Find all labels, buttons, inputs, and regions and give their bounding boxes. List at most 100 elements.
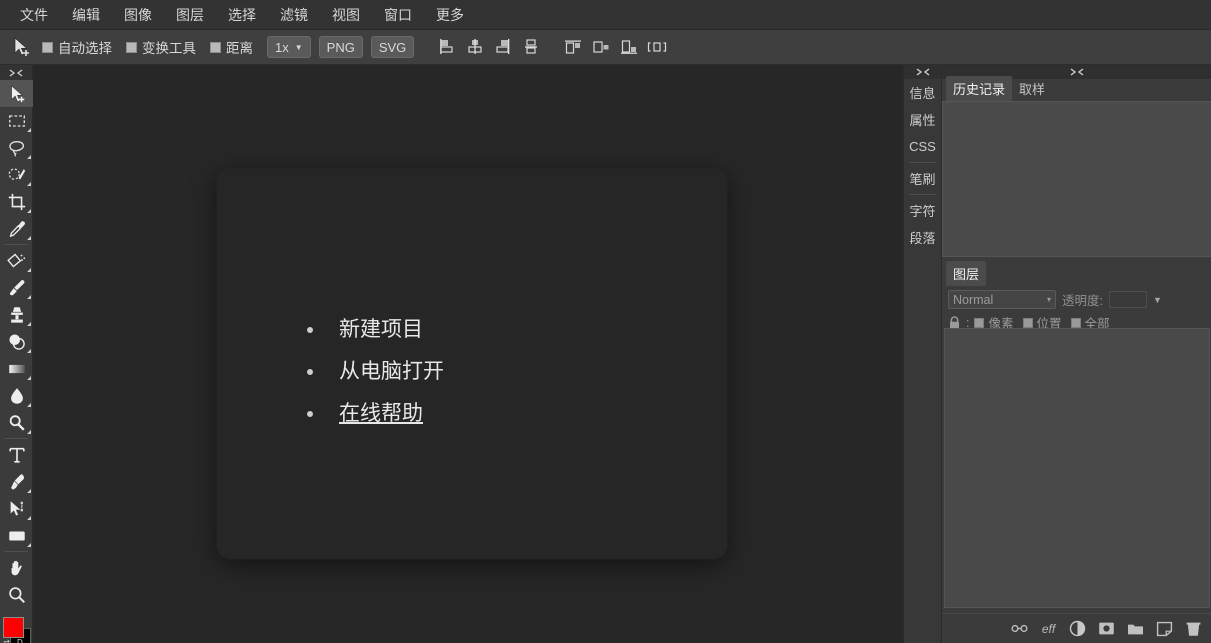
path-selection-tool[interactable] — [0, 495, 33, 522]
open-from-computer-item[interactable]: 从电脑打开 — [307, 359, 444, 384]
lasso-tool[interactable] — [0, 134, 33, 161]
tool-corner-marker — [27, 322, 31, 326]
zoom-tool[interactable] — [0, 581, 33, 608]
menu-view[interactable]: 视图 — [320, 1, 372, 29]
toolbar-collapse-button[interactable] — [0, 65, 32, 80]
new-layer-icon[interactable] — [1155, 619, 1174, 638]
vtab-brush[interactable]: 笔刷 — [904, 165, 941, 192]
tool-corner-marker — [27, 295, 31, 299]
blend-opacity-row: Normal ▾ 透明度: ▼ — [948, 290, 1206, 309]
opacity-input[interactable] — [1109, 291, 1147, 308]
history-list[interactable] — [942, 101, 1211, 257]
dodge-tool[interactable] — [0, 409, 33, 436]
distribute-vertical-center-icon[interactable] — [590, 36, 612, 58]
distribute-horizontal-spacing-icon[interactable] — [646, 36, 668, 58]
swap-colors-icon[interactable]: ⇄ — [3, 638, 10, 643]
export-svg-button[interactable]: SVG — [371, 36, 414, 58]
eyedropper-tool[interactable] — [0, 215, 33, 242]
distribute-top-icon[interactable] — [562, 36, 584, 58]
checkbox-box[interactable] — [1023, 318, 1033, 328]
start-item-label: 在线帮助 — [339, 401, 423, 426]
vtab-properties[interactable]: 属性 — [904, 106, 941, 133]
menu-image[interactable]: 图像 — [112, 1, 164, 29]
delete-layer-icon[interactable] — [1184, 619, 1203, 638]
right-dock: 信息属性CSS 笔刷字符段落 历史记录取样 图层 Normal ▾ — [903, 65, 1211, 643]
layers-panel-tabstrip: 图层 — [942, 264, 1211, 286]
menu-window[interactable]: 窗口 — [372, 1, 424, 29]
pen-tool[interactable] — [0, 468, 33, 495]
vtab-character[interactable]: 字符 — [904, 197, 941, 224]
tool-corner-marker — [27, 155, 31, 159]
align-left-icon[interactable] — [436, 36, 458, 58]
checkbox-box[interactable] — [126, 42, 137, 53]
online-help-item[interactable]: 在线帮助 — [307, 401, 444, 426]
transform-tool-checkbox[interactable]: 变换工具 — [126, 37, 196, 57]
tab-history[interactable]: 历史记录 — [946, 76, 1012, 101]
align-middle-vertical-icon[interactable] — [520, 36, 542, 58]
foreground-color-swatch[interactable] — [3, 617, 24, 638]
right-dock-collapse-button[interactable] — [904, 65, 941, 79]
list-bullet-icon — [307, 411, 313, 417]
type-tool[interactable] — [0, 441, 33, 468]
menu-edit[interactable]: 编辑 — [60, 1, 112, 29]
move-tool-icon[interactable] — [8, 34, 34, 60]
layer-effects-icon[interactable]: eff — [1039, 619, 1058, 638]
opacity-dropdown-icon[interactable]: ▼ — [1153, 295, 1162, 305]
crop-tool[interactable] — [0, 188, 33, 215]
link-layers-icon[interactable] — [1010, 619, 1029, 638]
start-screen-card: 新建项目从电脑打开在线帮助 — [217, 169, 727, 559]
tools-panel: ⇄ D — [0, 65, 33, 643]
menu-more[interactable]: 更多 — [424, 1, 476, 29]
quick-selection-tool[interactable] — [0, 161, 33, 188]
list-bullet-icon — [307, 369, 313, 375]
layers-controls: Normal ▾ 透明度: ▼ : 像素位置全部 — [942, 286, 1211, 332]
distribute-bottom-icon[interactable] — [618, 36, 640, 58]
auto-select-checkbox[interactable]: 自动选择 — [42, 37, 112, 57]
canvas-area[interactable]: 新建项目从电脑打开在线帮助 — [33, 65, 903, 643]
export-png-button[interactable]: PNG — [319, 36, 363, 58]
checkbox-label: 自动选择 — [58, 37, 112, 57]
vtab-css[interactable]: CSS — [904, 133, 941, 160]
checkbox-label: 变换工具 — [142, 37, 196, 57]
healing-brush-tool[interactable] — [0, 247, 33, 274]
new-project-item[interactable]: 新建项目 — [307, 317, 444, 342]
distance-checkbox[interactable]: 距离 — [210, 37, 253, 57]
layer-mask-icon[interactable] — [1097, 619, 1116, 638]
vtab-paragraph[interactable]: 段落 — [904, 224, 941, 251]
menu-file[interactable]: 文件 — [8, 1, 60, 29]
adjustment-layer-icon[interactable] — [1068, 619, 1087, 638]
color-swatches: ⇄ D — [0, 612, 33, 643]
checkbox-box[interactable] — [42, 42, 53, 53]
move-tool[interactable] — [0, 80, 33, 107]
brush-tool[interactable] — [0, 274, 33, 301]
chevron-down-icon: ▾ — [1047, 295, 1051, 304]
hand-tool[interactable] — [0, 554, 33, 581]
tab-sample[interactable]: 取样 — [1012, 76, 1052, 101]
checkbox-box[interactable] — [210, 42, 221, 53]
checkbox-box[interactable] — [1071, 318, 1081, 328]
history-panel-tabstrip: 历史记录取样 — [942, 79, 1211, 101]
tab-layers[interactable]: 图层 — [946, 261, 986, 286]
tool-corner-marker — [27, 349, 31, 353]
blend-mode-select[interactable]: Normal ▾ — [948, 290, 1056, 309]
shape-tool[interactable] — [0, 522, 33, 549]
menu-layer[interactable]: 图层 — [164, 1, 216, 29]
zoom-level-select[interactable]: 1x ▼ — [267, 36, 311, 58]
gradient-tool[interactable] — [0, 355, 33, 382]
rectangular-marquee-tool[interactable] — [0, 107, 33, 134]
clone-stamp-tool[interactable] — [0, 301, 33, 328]
menu-select[interactable]: 选择 — [216, 1, 268, 29]
vtab-info[interactable]: 信息 — [904, 79, 941, 106]
align-center-horizontal-icon[interactable] — [464, 36, 486, 58]
layers-list[interactable] — [944, 328, 1210, 608]
eraser-tool[interactable] — [0, 328, 33, 355]
align-right-icon[interactable] — [492, 36, 514, 58]
default-colors-icon[interactable]: D — [17, 638, 23, 643]
vrail-divider — [909, 162, 936, 163]
new-group-icon[interactable] — [1126, 619, 1145, 638]
blur-tool[interactable] — [0, 382, 33, 409]
checkbox-box[interactable] — [974, 318, 984, 328]
options-checkbox-group: 自动选择 变换工具距离 — [42, 37, 267, 57]
menu-filter[interactable]: 滤镜 — [268, 1, 320, 29]
photo-editor-window: 文件编辑图像图层选择滤镜视图窗口更多 自动选择变换工具距离 1x ▼ PNG S… — [0, 0, 1211, 643]
